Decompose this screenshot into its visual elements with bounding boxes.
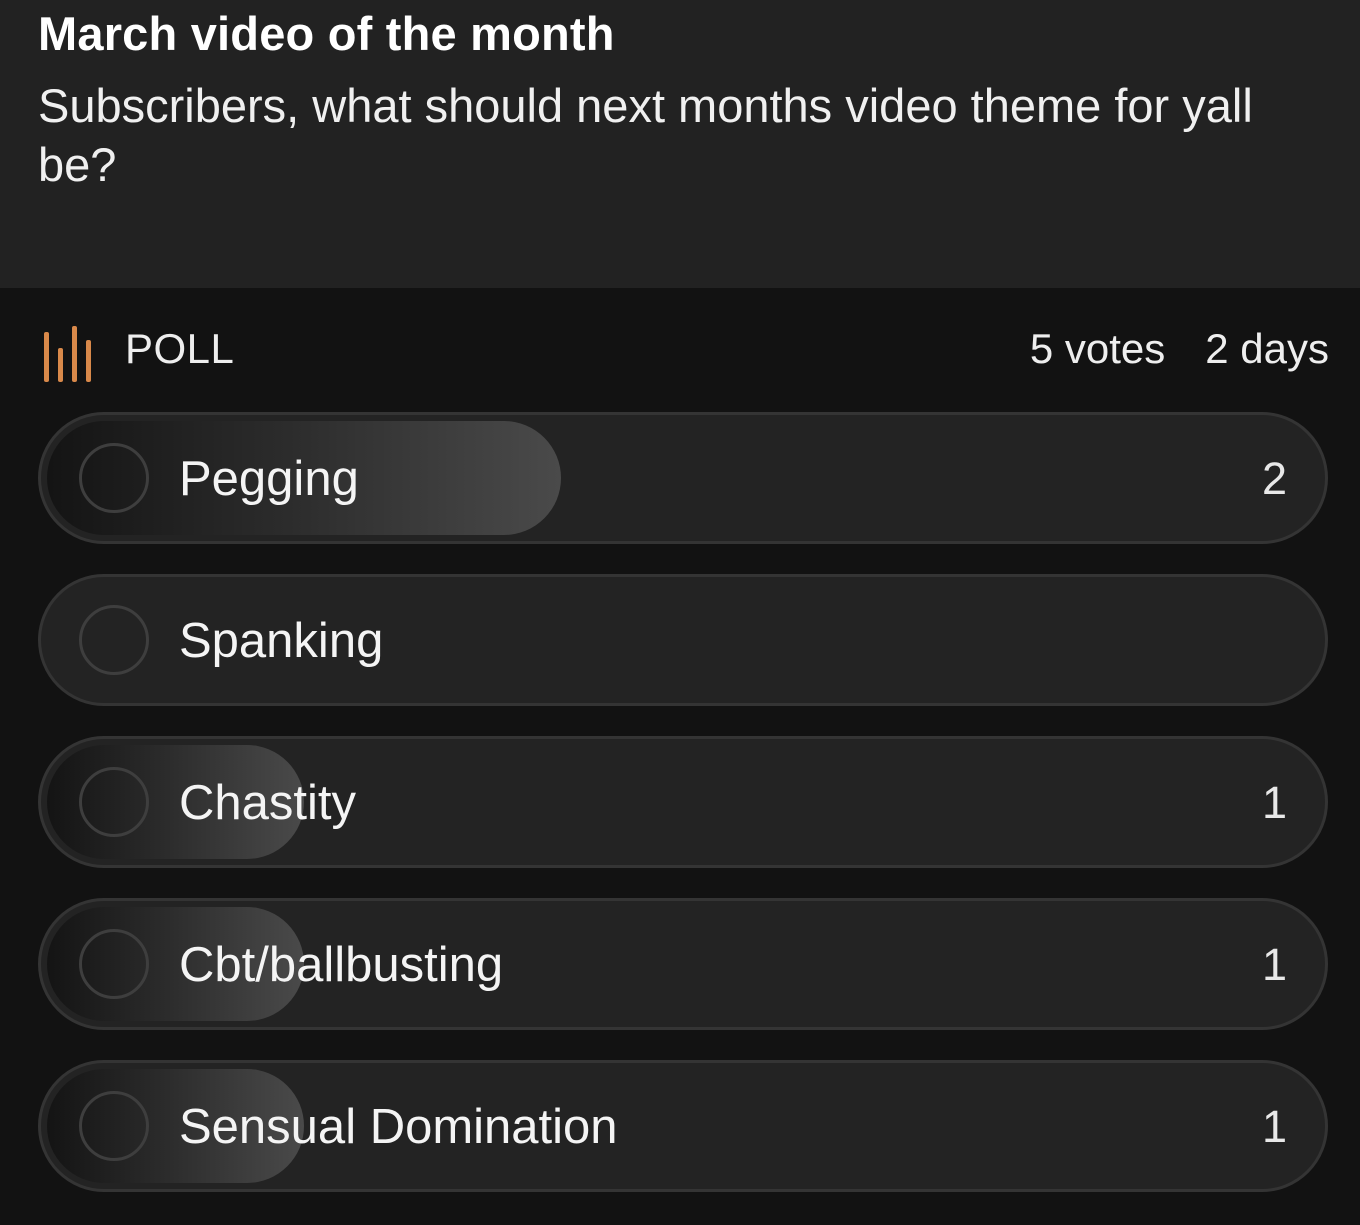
option-label: Chastity [179,776,357,830]
poll-option-cbt-ballbusting[interactable]: Cbt/ballbusting 1 [38,898,1328,1030]
post-title: March video of the month [38,7,615,60]
option-vote-count: 2 [1261,453,1287,504]
poll-option-spanking[interactable]: Spanking [38,574,1328,706]
option-vote-count: 1 [1261,777,1287,828]
radio-circle-icon[interactable] [79,1091,149,1161]
radio-circle-icon[interactable] [79,929,149,999]
option-label: Spanking [179,614,384,668]
radio-circle-icon[interactable] [79,767,149,837]
time-remaining: 2 days [1205,325,1329,372]
post-header: March video of the month Subscribers, wh… [0,0,1360,288]
option-vote-count: 1 [1261,1101,1287,1152]
option-label: Cbt/ballbusting [179,938,504,992]
option-label: Pegging [179,452,359,506]
poll-header: POLL 5 votes 2 days [0,288,1360,412]
radio-circle-icon[interactable] [79,605,149,675]
post-body: Subscribers, what should next months vid… [38,79,1253,191]
option-vote-count: 1 [1261,939,1287,990]
poll-bars-icon [44,320,94,382]
poll-meta: 5 votes 2 days [1030,325,1329,373]
poll-label: POLL [125,325,235,372]
poll-card: POLL 5 votes 2 days Pegging 2 Spanking Ch… [0,288,1360,1225]
poll-option-sensual-domination[interactable]: Sensual Domination 1 [38,1060,1328,1192]
vote-count: 5 votes [1029,325,1166,372]
poll-option-pegging[interactable]: Pegging 2 [38,412,1328,544]
poll-option-chastity[interactable]: Chastity 1 [38,736,1328,868]
radio-circle-icon[interactable] [79,443,149,513]
option-label: Sensual Domination [179,1100,618,1154]
